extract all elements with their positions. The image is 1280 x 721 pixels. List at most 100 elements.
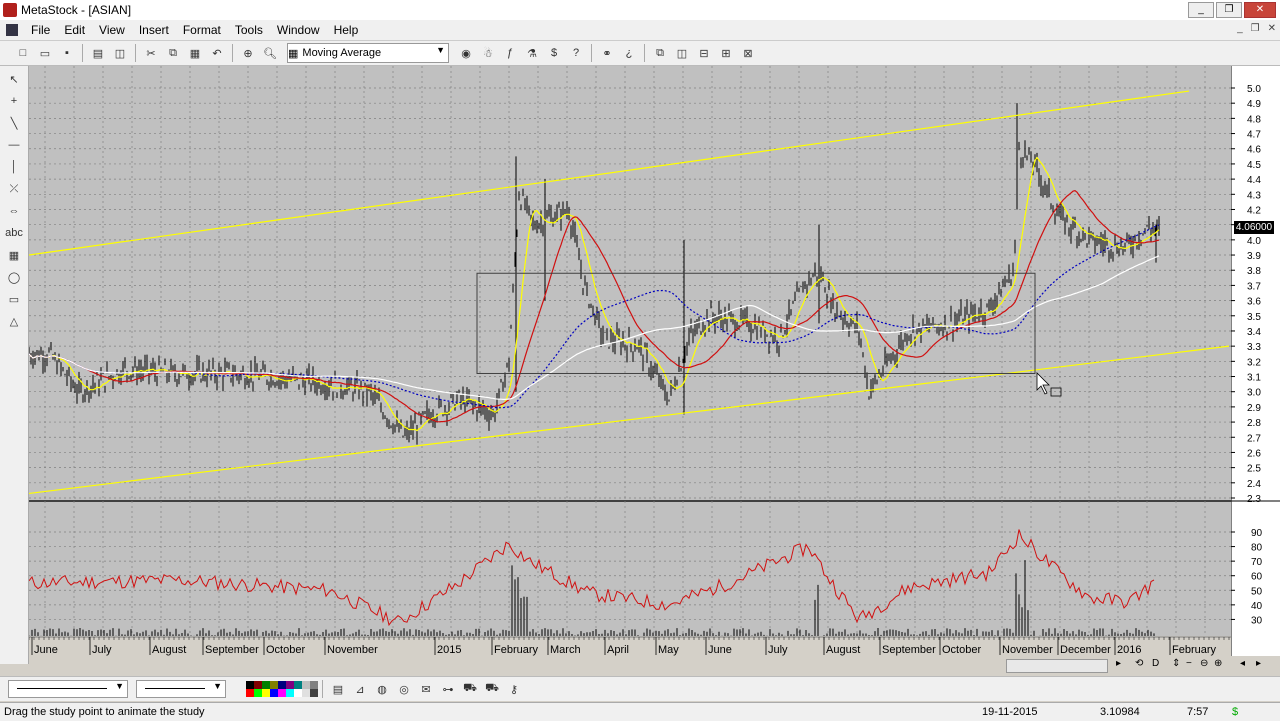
color-palette[interactable]	[246, 681, 318, 697]
menu-tools[interactable]: Tools	[228, 20, 270, 40]
chart-area[interactable]: June July August September October November 20…	[29, 66, 1231, 656]
context-help-icon[interactable]: ¿	[620, 44, 638, 62]
zoom-plus-icon[interactable]: ⊕	[1214, 658, 1222, 669]
price-tick-label: 4.4	[1247, 175, 1261, 186]
price-tick-label: 3.9	[1247, 251, 1261, 262]
binoculars-icon[interactable]: ⚭	[598, 44, 616, 62]
new-file-icon[interactable]: □	[14, 44, 32, 62]
horizontal-line-icon[interactable]: —	[4, 136, 24, 154]
wagon-alt-icon[interactable]: ⛟	[483, 680, 501, 698]
window-title: MetaStock - [ASIAN]	[21, 3, 132, 17]
copy-icon[interactable]: ⧉	[164, 44, 182, 62]
menu-window[interactable]: Window	[270, 20, 327, 40]
dollar-icon[interactable]: $	[545, 44, 563, 62]
chart-icon[interactable]: ⊿	[351, 680, 369, 698]
indicator-tick-label: 40	[1251, 601, 1263, 612]
price-tick-label: 2.3	[1247, 494, 1261, 505]
price-tick-label: 2.4	[1247, 479, 1261, 490]
close-button[interactable]: ✕	[1244, 2, 1276, 18]
wagon-icon[interactable]: ⛟	[461, 680, 479, 698]
link-icon[interactable]: ⊶	[439, 680, 457, 698]
save-icon[interactable]: ▪	[58, 44, 76, 62]
globe-icon[interactable]: ◍	[373, 680, 391, 698]
study-select[interactable]: ▦ Moving Average ▼	[287, 43, 449, 63]
grid-tool-icon[interactable]: ▦	[4, 246, 24, 264]
zoom-minus-icon[interactable]: −	[1186, 658, 1192, 669]
indicator-tick-label: 50	[1251, 586, 1263, 597]
triangle-tool-icon[interactable]: △	[4, 312, 24, 330]
zoom-width-icon[interactable]: ⇔	[4, 202, 24, 220]
pointer-icon[interactable]: ↖	[4, 70, 24, 88]
date-label: October	[266, 644, 305, 656]
nav-left-icon[interactable]: ◂	[1240, 658, 1245, 669]
history-icon[interactable]: ⟲	[1135, 658, 1143, 669]
system-tester-icon[interactable]: ⚗	[523, 44, 541, 62]
arrange-icons-icon[interactable]: ⊠	[739, 44, 757, 62]
mdi-minimize-button[interactable]: _	[1237, 23, 1243, 34]
price-chart-svg[interactable]: June July August September October November 20…	[29, 66, 1231, 656]
menu-file[interactable]: File	[24, 20, 57, 40]
cascade-icon[interactable]: ⧉	[651, 44, 669, 62]
date-label: June	[708, 644, 732, 656]
rectangle-tool-icon[interactable]: ▭	[4, 290, 24, 308]
price-tick-label: 3.6	[1247, 297, 1261, 308]
date-label: August	[826, 644, 860, 656]
crosshair-icon[interactable]: ⊕	[239, 44, 257, 62]
menu-format[interactable]: Format	[176, 20, 228, 40]
status-date: 19-11-2015	[982, 706, 1038, 718]
tile-horizontal-icon[interactable]: ⊟	[695, 44, 713, 62]
vertical-line-icon[interactable]: │	[4, 158, 24, 176]
daily-period-icon[interactable]: D	[1152, 658, 1159, 669]
tile-vertical-icon[interactable]: ◫	[673, 44, 691, 62]
explorer-icon[interactable]: ☃	[479, 44, 497, 62]
text-tool-icon[interactable]: abc	[4, 224, 24, 242]
ellipse-tool-icon[interactable]: ◯	[4, 268, 24, 286]
trendline-icon[interactable]: ╲	[4, 114, 24, 132]
help-query-icon[interactable]: ?	[567, 44, 585, 62]
date-label: March	[550, 644, 581, 656]
price-tick-label: 2.9	[1247, 403, 1261, 414]
line-style-select[interactable]: ▼	[8, 680, 128, 698]
price-tick-label: 4.5	[1247, 160, 1261, 171]
crosshair-tool-icon[interactable]: +	[4, 92, 24, 110]
menu-insert[interactable]: Insert	[132, 20, 176, 40]
scroll-right-icon[interactable]: ▸	[1116, 658, 1121, 669]
mdi-restore-button[interactable]: ❐	[1251, 23, 1260, 34]
line-weight-select[interactable]: ▼	[136, 680, 226, 698]
nav-right-icon[interactable]: ▸	[1256, 658, 1261, 669]
restore-button[interactable]: ❐	[1216, 2, 1242, 18]
menu-help[interactable]: Help	[327, 20, 366, 40]
mdi-close-button[interactable]: ✕	[1268, 23, 1276, 34]
open-folder-icon[interactable]: ▭	[36, 44, 54, 62]
chevron-down-icon: ▼	[436, 45, 445, 55]
mail-icon[interactable]: ✉	[417, 680, 435, 698]
expert-advisor-icon[interactable]: ◉	[457, 44, 475, 62]
indicator-tick-label: 60	[1251, 572, 1263, 583]
chevron-down-icon: ▼	[115, 681, 124, 691]
price-tick-label: 4.8	[1247, 114, 1261, 125]
menu-view[interactable]: View	[92, 20, 132, 40]
cycle-lines-icon[interactable]: ⤫	[4, 180, 24, 198]
print-preview-icon[interactable]: ◫	[111, 44, 129, 62]
date-label: July	[768, 644, 788, 656]
undo-icon[interactable]: ↶	[208, 44, 226, 62]
key-icon[interactable]: ⚷	[505, 680, 523, 698]
paste-icon[interactable]: ▦	[186, 44, 204, 62]
calendar-icon[interactable]: ▤	[329, 680, 347, 698]
date-label: November	[327, 644, 378, 656]
zoom-slider-icon[interactable]: ⇕	[1172, 658, 1180, 669]
date-label: September	[882, 644, 936, 656]
status-bar: Drag the study point to animate the stud…	[0, 702, 1280, 721]
indicator-builder-icon[interactable]: ƒ	[501, 44, 519, 62]
print-icon[interactable]: ▤	[89, 44, 107, 62]
menu-edit[interactable]: Edit	[57, 20, 92, 40]
cut-icon[interactable]: ✂	[142, 44, 160, 62]
zoom-reset-icon[interactable]: ⊖	[1200, 658, 1208, 669]
internet-icon[interactable]: ◎	[395, 680, 413, 698]
zoom-icon[interactable]: 🔍︎	[261, 44, 279, 62]
minimize-button[interactable]: _	[1188, 2, 1214, 18]
document-icon[interactable]	[6, 24, 18, 36]
horizontal-scrollbar[interactable]	[1006, 659, 1108, 673]
tile-grid-icon[interactable]: ⊞	[717, 44, 735, 62]
connection-icon: $	[1232, 706, 1239, 718]
